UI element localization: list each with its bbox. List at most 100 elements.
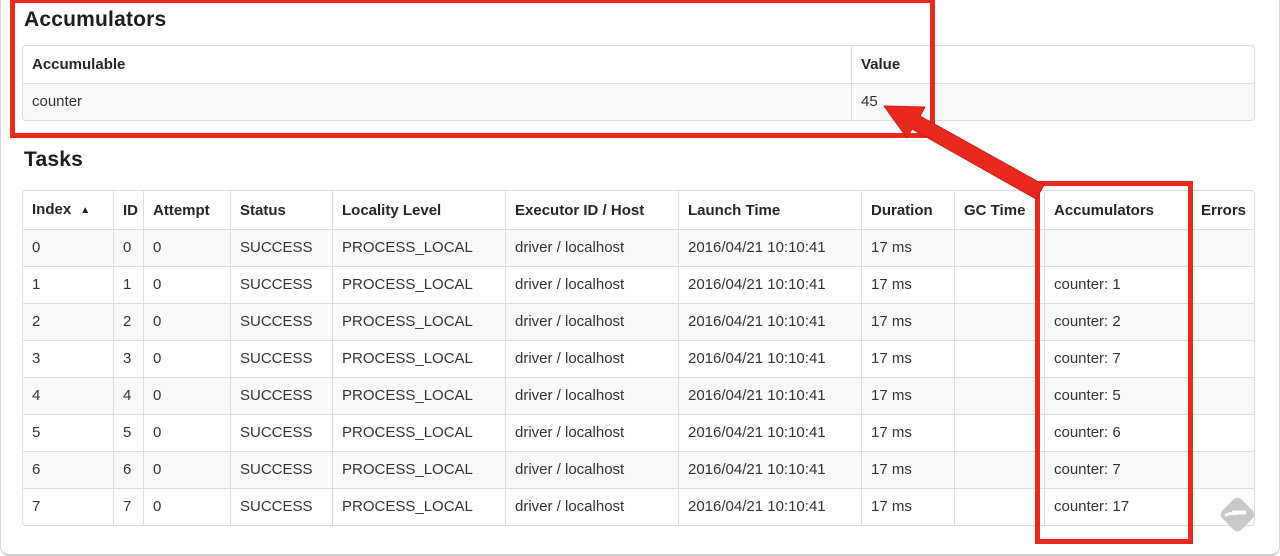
cell-id: 4 [113, 377, 143, 414]
cell-errors [1191, 377, 1254, 414]
cell-attempt: 0 [143, 414, 230, 451]
cell-executor-id-host: driver / localhost [505, 488, 678, 525]
cell-duration: 17 ms [861, 414, 954, 451]
cell-locality-level: PROCESS_LOCAL [332, 266, 505, 303]
cell-executor-id-host: driver / localhost [505, 377, 678, 414]
cell-status: SUCCESS [230, 229, 332, 266]
cell-executor-id-host: driver / localhost [505, 303, 678, 340]
cell-accumulators: counter: 5 [1044, 377, 1191, 414]
accumulators-table: Accumulable Value counter 45 [22, 45, 1255, 121]
cell-status: SUCCESS [230, 303, 332, 340]
cell-duration: 17 ms [861, 340, 954, 377]
cell-id: 3 [113, 340, 143, 377]
cell-duration: 17 ms [861, 377, 954, 414]
cell-accumulators: counter: 7 [1044, 340, 1191, 377]
cell-status: SUCCESS [230, 451, 332, 488]
accumulators-table-body: counter 45 [23, 83, 1254, 120]
cell-executor-id-host: driver / localhost [505, 266, 678, 303]
cell-errors [1191, 451, 1254, 488]
cell-id: 5 [113, 414, 143, 451]
cell-index: 1 [23, 266, 113, 303]
cell-duration: 17 ms [861, 229, 954, 266]
cell-accumulators [1044, 229, 1191, 266]
accumulators-section-title: Accumulators [24, 8, 167, 31]
launch-time-column-header[interactable]: Launch Time [678, 191, 861, 229]
errors-column-header[interactable]: Errors [1191, 191, 1254, 229]
cell-locality-level: PROCESS_LOCAL [332, 303, 505, 340]
table-row: 7 7 0 SUCCESS PROCESS_LOCAL driver / localhos… [23, 488, 1254, 525]
cell-duration: 17 ms [861, 266, 954, 303]
table-row: 5 5 0 SUCCESS PROCESS_LOCAL driver / localhos… [23, 414, 1254, 451]
locality-level-column-header[interactable]: Locality Level [332, 191, 505, 229]
cell-gc-time [954, 377, 1044, 414]
cell-locality-level: PROCESS_LOCAL [332, 229, 505, 266]
cell-status: SUCCESS [230, 340, 332, 377]
duration-column-header[interactable]: Duration [861, 191, 954, 229]
cell-executor-id-host: driver / localhost [505, 414, 678, 451]
cell-locality-level: PROCESS_LOCAL [332, 488, 505, 525]
id-column-header[interactable]: ID [113, 191, 143, 229]
table-row: 1 1 0 SUCCESS PROCESS_LOCAL driver / localhos… [23, 266, 1254, 303]
cell-status: SUCCESS [230, 488, 332, 525]
cell-index: 7 [23, 488, 113, 525]
cell-launch-time: 2016/04/21 10:10:41 [678, 266, 861, 303]
cell-index: 5 [23, 414, 113, 451]
cell-id: 1 [113, 266, 143, 303]
cell-attempt: 0 [143, 377, 230, 414]
cell-duration: 17 ms [861, 303, 954, 340]
cell-accumulators: counter: 2 [1044, 303, 1191, 340]
cell-errors [1191, 303, 1254, 340]
cell-executor-id-host: driver / localhost [505, 451, 678, 488]
cell-status: SUCCESS [230, 414, 332, 451]
cell-index: 4 [23, 377, 113, 414]
cell-errors [1191, 340, 1254, 377]
cell-attempt: 0 [143, 266, 230, 303]
cell-gc-time [954, 303, 1044, 340]
cell-launch-time: 2016/04/21 10:10:41 [678, 414, 861, 451]
cell-accumulators: counter: 17 [1044, 488, 1191, 525]
cell-id: 6 [113, 451, 143, 488]
index-column-header[interactable]: Index ▲ [23, 191, 113, 229]
cell-accumulable: counter [23, 83, 851, 120]
cell-gc-time [954, 229, 1044, 266]
cell-errors [1191, 266, 1254, 303]
accumulable-column-header[interactable]: Accumulable [23, 46, 851, 83]
cell-locality-level: PROCESS_LOCAL [332, 451, 505, 488]
cell-attempt: 0 [143, 488, 230, 525]
cell-attempt: 0 [143, 229, 230, 266]
cell-gc-time [954, 414, 1044, 451]
accumulators-column-header[interactable]: Accumulators [1044, 191, 1191, 229]
cell-gc-time [954, 340, 1044, 377]
attempt-column-header[interactable]: Attempt [143, 191, 230, 229]
cell-accumulators: counter: 6 [1044, 414, 1191, 451]
cell-index: 3 [23, 340, 113, 377]
cell-id: 0 [113, 229, 143, 266]
cell-accumulators: counter: 7 [1044, 451, 1191, 488]
cell-index: 2 [23, 303, 113, 340]
tasks-table-body: 0 0 0 SUCCESS PROCESS_LOCAL driver / localhos… [23, 229, 1254, 525]
cell-launch-time: 2016/04/21 10:10:41 [678, 488, 861, 525]
cell-errors [1191, 229, 1254, 266]
cell-index: 0 [23, 229, 113, 266]
cell-locality-level: PROCESS_LOCAL [332, 414, 505, 451]
cell-locality-level: PROCESS_LOCAL [332, 377, 505, 414]
value-column-header[interactable]: Value [851, 46, 1254, 83]
gc-time-column-header[interactable]: GC Time [954, 191, 1044, 229]
cell-gc-time [954, 266, 1044, 303]
table-row: counter 45 [23, 83, 1254, 120]
status-column-header[interactable]: Status [230, 191, 332, 229]
table-row: 3 3 0 SUCCESS PROCESS_LOCAL driver / localhos… [23, 340, 1254, 377]
cell-executor-id-host: driver / localhost [505, 229, 678, 266]
cell-id: 2 [113, 303, 143, 340]
cell-value: 45 [851, 83, 1254, 120]
accumulators-header-row: Accumulable Value [23, 46, 1254, 83]
tasks-table: Index ▲ ID Attempt Status Locality Level … [22, 190, 1255, 526]
sort-ascending-icon: ▲ [80, 205, 91, 216]
cell-launch-time: 2016/04/21 10:10:41 [678, 451, 861, 488]
table-row: 2 2 0 SUCCESS PROCESS_LOCAL driver / localhos… [23, 303, 1254, 340]
cell-launch-time: 2016/04/21 10:10:41 [678, 229, 861, 266]
cell-errors [1191, 414, 1254, 451]
cell-attempt: 0 [143, 303, 230, 340]
executor-id-host-column-header[interactable]: Executor ID / Host [505, 191, 678, 229]
tasks-header-row: Index ▲ ID Attempt Status Locality Level … [23, 191, 1254, 229]
